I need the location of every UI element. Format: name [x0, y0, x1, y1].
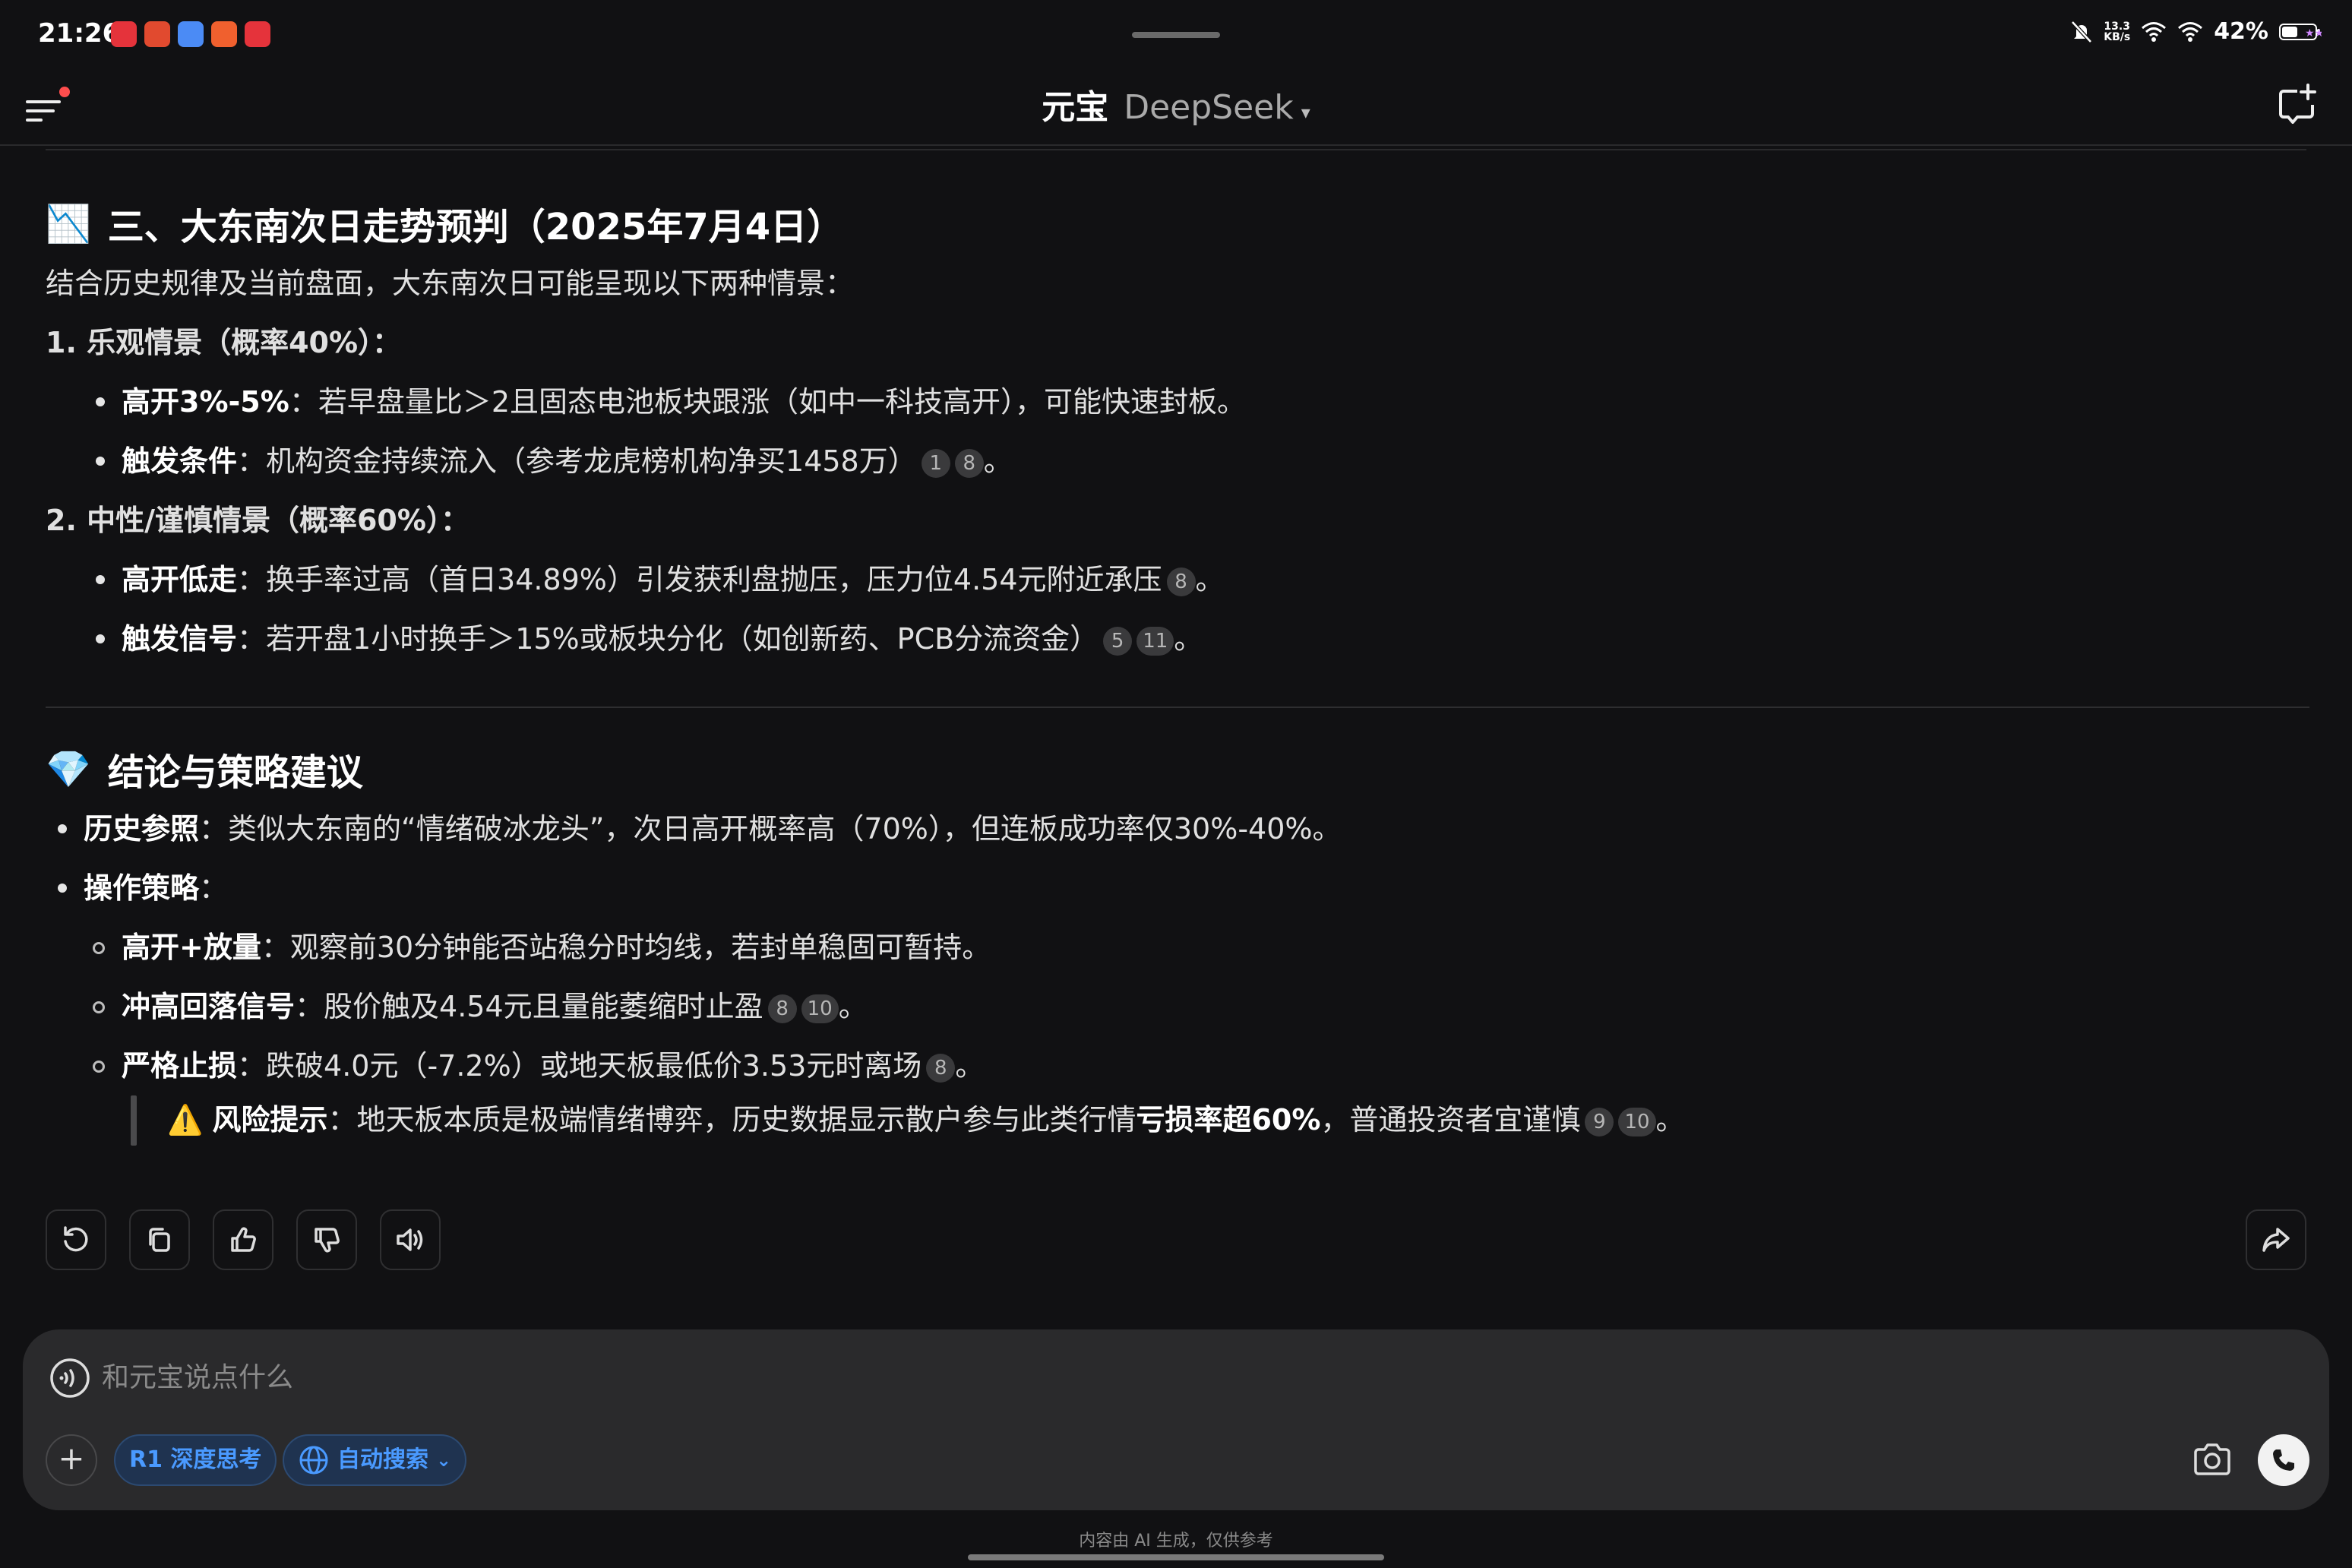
- list-item: 高开3%-5%：若早盘量比＞2且固态电池板块跟涨（如中一科技高开），可能快速封板…: [46, 372, 2309, 432]
- citation-ref[interactable]: 8: [1166, 567, 1196, 596]
- thumbs-up-icon: [231, 1227, 256, 1252]
- citation-ref[interactable]: 11: [1136, 626, 1174, 656]
- system-indicators: 13.3 KB/s 42% ★★: [2070, 18, 2322, 45]
- wifi-icon: [2142, 21, 2167, 42]
- scenario1-heading: 1. 乐观情景（概率40%）：: [46, 326, 402, 359]
- netease-icon: [245, 21, 270, 47]
- chevron-down-icon: ▾: [1301, 102, 1310, 123]
- list-item: 触发条件：机构资金持续流入（参考龙虎榜机构净买1458万） 1 8。: [46, 432, 2309, 491]
- gem-icon: 💎: [46, 748, 91, 791]
- svg-text:★★: ★★: [2305, 27, 2322, 40]
- speaker-icon: [397, 1228, 423, 1251]
- bullet: [96, 397, 105, 406]
- list-item: 历史参照：类似大东南的“情绪破冰龙头”，次日高开概率高（70%），但连板成功率仅…: [46, 799, 2309, 858]
- quote-bar: [131, 1095, 137, 1146]
- camera-button[interactable]: [2188, 1436, 2237, 1484]
- bullet: [93, 942, 105, 954]
- voice-call-button[interactable]: [2258, 1434, 2309, 1486]
- new-chat-button[interactable]: [2271, 79, 2325, 132]
- bullet: [96, 634, 105, 643]
- globe-icon: [299, 1446, 328, 1475]
- voice-input-button[interactable]: [49, 1357, 91, 1399]
- citation-ref[interactable]: 5: [1103, 626, 1133, 656]
- new-chat-icon: [2279, 84, 2316, 124]
- home-indicator[interactable]: [968, 1554, 1384, 1560]
- bullet: [96, 575, 105, 584]
- status-time: 21:26: [38, 18, 121, 49]
- bullet: [96, 457, 105, 466]
- app-bar: 元宝 DeepSeek ▾: [0, 68, 2352, 146]
- chat-input[interactable]: 和元宝说点什么: [102, 1357, 293, 1399]
- add-attachment-button[interactable]: +: [46, 1434, 97, 1486]
- deep-think-toggle[interactable]: R1 深度思考: [114, 1434, 277, 1486]
- app-icon: [144, 21, 170, 47]
- list-item: 触发信号：若开盘1小时换手＞15%或板块分化（如创新药、PCB分流资金） 5 11。: [46, 609, 2309, 669]
- copy-icon: [149, 1228, 170, 1252]
- battery-icon: ★★: [2279, 23, 2322, 40]
- camera-icon: [2194, 1443, 2230, 1475]
- citation-ref[interactable]: 10: [801, 994, 839, 1023]
- section-title: 三、大东南次日走势预判（2025年7月4日）: [107, 206, 844, 248]
- section-title: 结论与策略建议: [107, 751, 363, 794]
- chart-down-icon: 📉: [46, 202, 91, 245]
- wifi-icon: [2178, 21, 2203, 42]
- list-item: 高开+放量：观察前30分钟能否站稳分时均线，若封单稳固可暂持。: [46, 918, 2309, 977]
- warning-icon: ⚠️: [167, 1103, 204, 1136]
- citation-ref[interactable]: 10: [1618, 1107, 1656, 1136]
- app-brand: 元宝: [1042, 88, 1109, 127]
- citation-ref[interactable]: 1: [921, 448, 950, 478]
- model-selector[interactable]: 元宝 DeepSeek ▾: [0, 77, 2352, 143]
- bullet: [93, 1061, 105, 1073]
- citation-ref[interactable]: 8: [926, 1053, 956, 1083]
- scenario2-heading: 2. 中性/谨慎情景（概率60%）：: [46, 504, 469, 537]
- dislike-button[interactable]: [296, 1209, 357, 1270]
- status-bar: 21:26 13.3 KB/s 42% ★★: [0, 0, 2352, 68]
- app-icon: [178, 21, 204, 47]
- bullet: [58, 884, 67, 893]
- like-button[interactable]: [213, 1209, 273, 1270]
- copy-button[interactable]: [129, 1209, 190, 1270]
- mute-bell-icon: [2071, 20, 2093, 43]
- message-composer: 和元宝说点什么 + R1 深度思考 自动搜索 ⌄: [23, 1329, 2329, 1510]
- message-actions: [46, 1209, 441, 1270]
- read-aloud-button[interactable]: [380, 1209, 441, 1270]
- voice-icon: [50, 1358, 90, 1398]
- citation-ref[interactable]: 8: [954, 448, 984, 478]
- bullet: [93, 1001, 105, 1013]
- list-item: 严格止损：跌破4.0元（-7.2%）或地天板最低价3.53元时离场 8。: [46, 1036, 2309, 1095]
- risk-blockquote: ⚠️ 风险提示：地天板本质是极端情绪博弈，历史数据显示散户参与此类行情亏损率超6…: [46, 1095, 2309, 1146]
- intro-text: 结合历史规律及当前盘面，大东南次日可能呈现以下两种情景：: [46, 267, 855, 300]
- citation-ref[interactable]: 9: [1585, 1107, 1614, 1136]
- model-name: DeepSeek: [1124, 88, 1294, 127]
- network-speed: 13.3 KB/s: [2104, 20, 2131, 43]
- regenerate-icon: [64, 1226, 88, 1252]
- share-icon: [2262, 1228, 2290, 1252]
- section-heading: 📉 三、大东南次日走势预判（2025年7月4日）: [46, 193, 2309, 254]
- list-item: 冲高回落信号：股价触及4.54元且量能萎缩时止盈 8 10。: [46, 977, 2309, 1036]
- plus-icon: +: [58, 1440, 85, 1477]
- section-divider: [46, 707, 2309, 708]
- window-handle[interactable]: [1132, 32, 1220, 38]
- list-item: 高开低走：换手率过高（首日34.89%）引发获利盘抛压，压力位4.54元附近承压…: [46, 550, 2309, 609]
- battery-percent: 42%: [2214, 18, 2268, 45]
- share-button[interactable]: [2246, 1209, 2306, 1270]
- bullet: [58, 824, 67, 833]
- ai-disclaimer: 内容由 AI 生成，仅供参考: [1079, 1532, 1273, 1551]
- netease-icon: [111, 21, 137, 47]
- phone-icon: [2273, 1449, 2294, 1471]
- citation-ref[interactable]: 8: [767, 994, 797, 1023]
- thumbs-down-icon: [315, 1228, 340, 1253]
- auto-search-toggle[interactable]: 自动搜索 ⌄: [283, 1434, 467, 1486]
- regenerate-button[interactable]: [46, 1209, 106, 1270]
- app-icon: [211, 21, 237, 47]
- section-heading: 💎 结论与策略建议: [46, 738, 2309, 799]
- chevron-down-icon: ⌄: [436, 1449, 452, 1471]
- list-item: 操作策略：: [46, 858, 2309, 918]
- assistant-message: 📉 三、大东南次日走势预判（2025年7月4日） 结合历史规律及当前盘面，大东南…: [46, 144, 2309, 1146]
